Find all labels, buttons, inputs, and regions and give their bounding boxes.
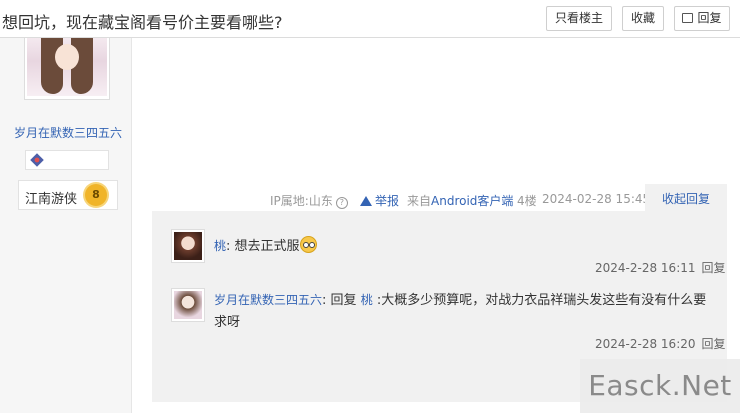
site-watermark: Easck.Net [580, 359, 740, 413]
comment-icon [682, 13, 694, 23]
report-link[interactable]: 举报 [360, 192, 399, 209]
post-time: 2024-02-28 15:45 [542, 192, 651, 206]
comment-item: 桃: 想去正式服 [214, 235, 317, 254]
avatar-image [27, 38, 107, 96]
shocked-face-icon [299, 236, 317, 253]
reply-to-user[interactable]: 桃 [361, 293, 373, 307]
author-badge[interactable] [25, 150, 109, 170]
comment-avatar[interactable] [171, 229, 205, 263]
comment-meta: 2024-2-28 16:20 回复 [595, 337, 726, 351]
author-level[interactable]: 江南游侠 8 [18, 180, 118, 210]
reply-button-label: 回复 [697, 11, 722, 25]
warning-icon [360, 196, 372, 206]
only-op-button[interactable]: 只看楼主 [546, 6, 612, 31]
author-sidebar: 岁月在默数三四五六 江南游侠 8 [0, 38, 132, 413]
collapse-replies-button[interactable]: 收起回复 [645, 184, 727, 211]
badge-icon [30, 153, 44, 167]
level-number: 8 [85, 184, 107, 206]
comment-item: 岁月在默数三四五六: 回复 桃 :大概多少预算呢，对战力衣品祥瑞头发这些有没有什… [214, 293, 707, 330]
client-link[interactable]: Android客户端 [431, 194, 513, 208]
post-source: 来自Android客户端 [407, 194, 514, 208]
author-name[interactable]: 岁月在默数三四五六 [14, 124, 124, 141]
thread-header: 想回坑，现在藏宝阁看号价主要看哪些? 只看楼主 收藏 回复 [0, 0, 740, 38]
comment-reply-link[interactable]: 回复 [702, 337, 726, 351]
comment-avatar[interactable] [171, 288, 205, 322]
reply-button[interactable]: 回复 [674, 6, 730, 31]
comment-user[interactable]: 岁月在默数三四五六 [214, 293, 322, 307]
help-icon[interactable]: ? [335, 197, 348, 209]
comment-text: 想去正式服 [234, 239, 300, 254]
comment-user[interactable]: 桃 [214, 239, 226, 253]
comment-meta: 2024-2-28 16:11 回复 [595, 261, 726, 275]
author-avatar[interactable] [24, 38, 110, 100]
favorite-button[interactable]: 收藏 [622, 6, 664, 31]
ip-location: IP属地:山东? [270, 192, 348, 209]
floor-number: 4楼 [517, 194, 537, 208]
thread-title: 想回坑，现在藏宝阁看号价主要看哪些? [2, 13, 283, 32]
level-title: 江南游侠 [25, 192, 78, 207]
comment-reply-link[interactable]: 回复 [702, 261, 726, 275]
